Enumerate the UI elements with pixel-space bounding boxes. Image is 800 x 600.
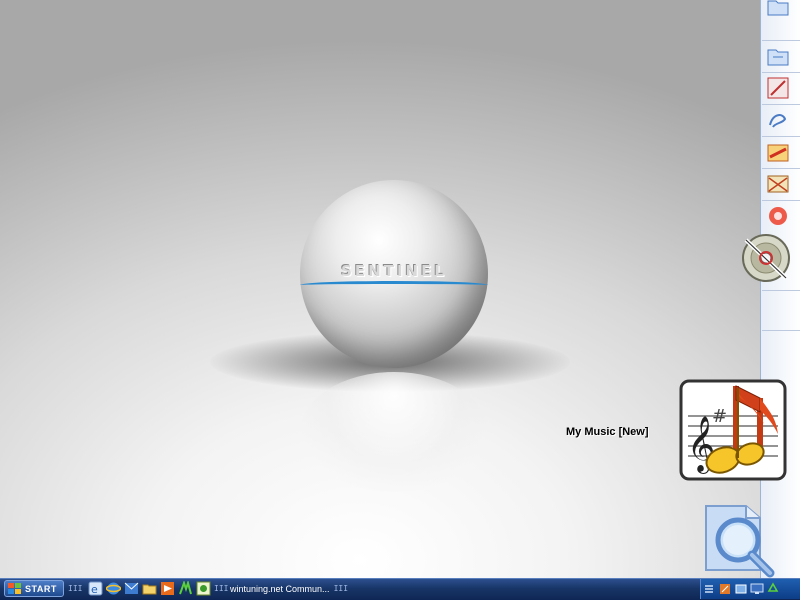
my-music-label[interactable]: My Music [New]: [566, 426, 672, 438]
folder-icon[interactable]: [764, 0, 792, 20]
desktop: SENTINEL My Music [New] 𝄞 #: [0, 0, 800, 600]
dock-divider: [762, 104, 800, 105]
dock-divider: [762, 136, 800, 137]
winamp-icon[interactable]: [178, 581, 193, 596]
svg-text:#: #: [712, 406, 727, 427]
task-item-label: wintuning.net Commun...: [230, 583, 330, 594]
pencil-icon[interactable]: [764, 74, 792, 102]
windows-logo-icon: [8, 582, 21, 594]
folder-icon[interactable]: [764, 42, 792, 70]
menu-icon[interactable]: [702, 582, 716, 596]
display-icon[interactable]: [750, 582, 764, 596]
dock-divider: [762, 72, 800, 73]
lifebuoy-icon[interactable]: [764, 202, 792, 230]
taskbar-grip[interactable]: III: [334, 584, 348, 593]
outlook-icon[interactable]: [124, 581, 139, 596]
picture-icon[interactable]: [764, 170, 792, 198]
start-button[interactable]: START: [4, 580, 64, 597]
magnifier-icon[interactable]: [700, 500, 782, 578]
music-note-icon[interactable]: 𝄞 #: [678, 378, 788, 484]
recycle-icon[interactable]: [766, 582, 780, 596]
media-icon[interactable]: [160, 581, 175, 596]
dock-divider: [762, 40, 800, 41]
dock-divider: [762, 200, 800, 201]
sphere-logo-text: SENTINEL: [341, 262, 447, 280]
svg-text:e: e: [91, 583, 98, 596]
paint-icon[interactable]: [764, 138, 792, 166]
ie-icon[interactable]: [106, 581, 121, 596]
sphere-accent-band: [300, 281, 488, 289]
internet-explorer-icon[interactable]: e: [88, 581, 103, 596]
app-icon[interactable]: [196, 581, 211, 596]
start-label: START: [25, 583, 57, 594]
folder-icon[interactable]: [142, 581, 157, 596]
cd-icon[interactable]: [740, 232, 792, 284]
dock-divider: [762, 168, 800, 169]
sphere-reflection: [300, 372, 488, 492]
dock-divider: [762, 290, 800, 291]
taskbar-grip[interactable]: III: [68, 584, 82, 593]
dock-divider: [762, 330, 800, 331]
tray-icon[interactable]: [734, 582, 748, 596]
task-item-browser[interactable]: wintuning.net Commun... III: [226, 580, 348, 597]
network-icon[interactable]: [718, 582, 732, 596]
pen-icon[interactable]: [764, 106, 792, 134]
